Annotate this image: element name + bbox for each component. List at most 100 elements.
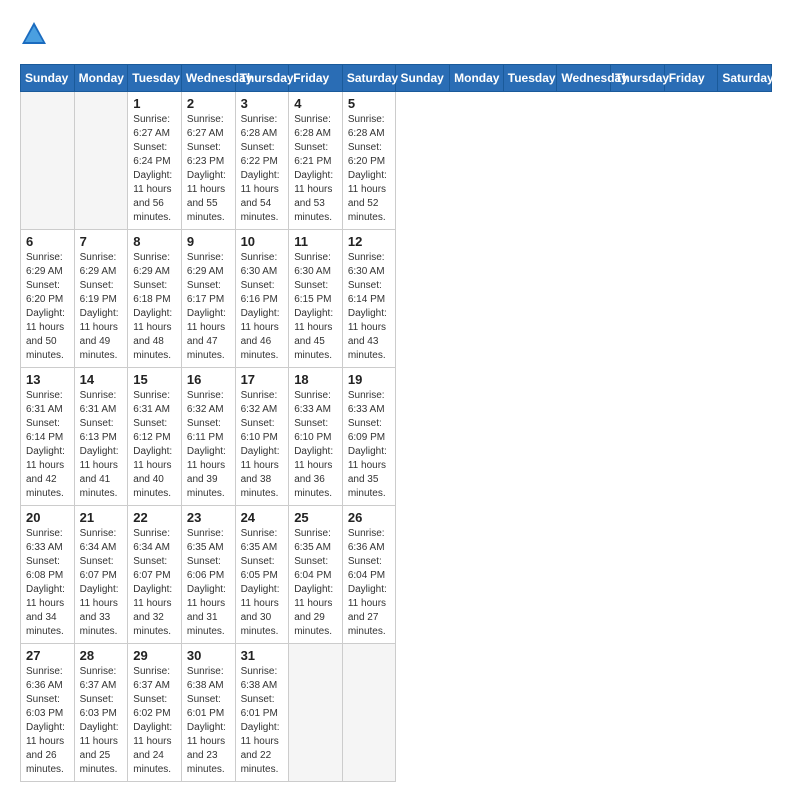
day-number: 8 — [133, 234, 176, 249]
col-header-monday: Monday — [74, 65, 128, 92]
day-info: Sunrise: 6:34 AM Sunset: 6:07 PM Dayligh… — [80, 527, 123, 639]
day-cell — [74, 92, 128, 230]
day-info: Sunrise: 6:32 AM Sunset: 6:11 PM Dayligh… — [187, 389, 230, 501]
day-cell: 18 Sunrise: 6:33 AM Sunset: 6:10 PM Dayli… — [289, 368, 343, 506]
day-info: Sunrise: 6:35 AM Sunset: 6:06 PM Dayligh… — [187, 527, 230, 639]
day-cell: 30Sunrise: 6:38 AM Sunset: 6:01 PM Dayli… — [181, 644, 235, 782]
day-cell: 2 Sunrise: 6:27 AM Sunset: 6:23 PM Daylig… — [181, 92, 235, 230]
day-cell: 5 Sunrise: 6:28 AM Sunset: 6:20 PM Daylig… — [342, 92, 396, 230]
day-number: 7 — [80, 234, 123, 249]
day-number: 27 — [26, 648, 69, 663]
day-number: 2 — [187, 96, 230, 111]
day-info: Sunrise: 6:33 AM Sunset: 6:10 PM Dayligh… — [294, 389, 337, 501]
col-header-sunday: Sunday — [396, 65, 450, 92]
day-info: Sunrise: 6:38 AM Sunset: 6:01 PM Dayligh… — [187, 665, 230, 777]
day-number: 1 — [133, 96, 176, 111]
col-header-saturday: Saturday — [342, 65, 396, 92]
day-number: 19 — [348, 372, 391, 387]
day-info: Sunrise: 6:32 AM Sunset: 6:10 PM Dayligh… — [241, 389, 284, 501]
day-number: 4 — [294, 96, 337, 111]
day-number: 5 — [348, 96, 391, 111]
day-cell: 25 Sunrise: 6:35 AM Sunset: 6:04 PM Dayli… — [289, 506, 343, 644]
day-cell: 22 Sunrise: 6:34 AM Sunset: 6:07 PM Dayli… — [128, 506, 182, 644]
day-number: 23 — [187, 510, 230, 525]
day-number: 14 — [80, 372, 123, 387]
day-number: 28 — [80, 648, 123, 663]
day-info: Sunrise: 6:37 AM Sunset: 6:02 PM Dayligh… — [133, 665, 176, 777]
logo-icon — [20, 20, 48, 48]
day-cell: 6 Sunrise: 6:29 AM Sunset: 6:20 PM Daylig… — [21, 230, 75, 368]
day-info: Sunrise: 6:29 AM Sunset: 6:20 PM Dayligh… — [26, 251, 69, 363]
day-cell: 7 Sunrise: 6:29 AM Sunset: 6:19 PM Daylig… — [74, 230, 128, 368]
day-info: Sunrise: 6:35 AM Sunset: 6:05 PM Dayligh… — [241, 527, 284, 639]
day-info: Sunrise: 6:30 AM Sunset: 6:14 PM Dayligh… — [348, 251, 391, 363]
day-number: 20 — [26, 510, 69, 525]
day-number: 12 — [348, 234, 391, 249]
day-info: Sunrise: 6:27 AM Sunset: 6:23 PM Dayligh… — [187, 113, 230, 225]
col-header-friday: Friday — [289, 65, 343, 92]
day-cell: 29Sunrise: 6:37 AM Sunset: 6:02 PM Dayli… — [128, 644, 182, 782]
day-info: Sunrise: 6:30 AM Sunset: 6:15 PM Dayligh… — [294, 251, 337, 363]
day-cell — [21, 92, 75, 230]
day-number: 25 — [294, 510, 337, 525]
day-cell: 11 Sunrise: 6:30 AM Sunset: 6:15 PM Dayli… — [289, 230, 343, 368]
day-number: 10 — [241, 234, 284, 249]
col-header-thursday: Thursday — [611, 65, 665, 92]
day-number: 11 — [294, 234, 337, 249]
day-number: 24 — [241, 510, 284, 525]
day-info: Sunrise: 6:30 AM Sunset: 6:16 PM Dayligh… — [241, 251, 284, 363]
day-info: Sunrise: 6:27 AM Sunset: 6:24 PM Dayligh… — [133, 113, 176, 225]
day-cell: 10 Sunrise: 6:30 AM Sunset: 6:16 PM Dayli… — [235, 230, 289, 368]
day-number: 22 — [133, 510, 176, 525]
day-cell: 12 Sunrise: 6:30 AM Sunset: 6:14 PM Dayli… — [342, 230, 396, 368]
day-cell: 27 Sunrise: 6:36 AM Sunset: 6:03 PM Dayli… — [21, 644, 75, 782]
day-cell: 21 Sunrise: 6:34 AM Sunset: 6:07 PM Dayli… — [74, 506, 128, 644]
day-cell: 15 Sunrise: 6:31 AM Sunset: 6:12 PM Dayli… — [128, 368, 182, 506]
col-header-wednesday: Wednesday — [181, 65, 235, 92]
day-number: 31 — [241, 648, 284, 663]
day-number: 13 — [26, 372, 69, 387]
day-cell: 3Sunrise: 6:28 AM Sunset: 6:22 PM Daylig… — [235, 92, 289, 230]
col-header-friday: Friday — [664, 65, 718, 92]
day-cell: 13 Sunrise: 6:31 AM Sunset: 6:14 PM Dayli… — [21, 368, 75, 506]
day-number: 21 — [80, 510, 123, 525]
day-cell: 28Sunrise: 6:37 AM Sunset: 6:03 PM Dayli… — [74, 644, 128, 782]
day-cell: 8 Sunrise: 6:29 AM Sunset: 6:18 PM Daylig… — [128, 230, 182, 368]
day-info: Sunrise: 6:34 AM Sunset: 6:07 PM Dayligh… — [133, 527, 176, 639]
day-cell: 4Sunrise: 6:28 AM Sunset: 6:21 PM Daylig… — [289, 92, 343, 230]
day-number: 17 — [241, 372, 284, 387]
day-cell: 19 Sunrise: 6:33 AM Sunset: 6:09 PM Dayli… — [342, 368, 396, 506]
header-row: SundayMondayTuesdayWednesdayThursdayFrid… — [21, 65, 772, 92]
day-info: Sunrise: 6:31 AM Sunset: 6:14 PM Dayligh… — [26, 389, 69, 501]
day-cell: 1 Sunrise: 6:27 AM Sunset: 6:24 PM Daylig… — [128, 92, 182, 230]
day-info: Sunrise: 6:28 AM Sunset: 6:20 PM Dayligh… — [348, 113, 391, 225]
day-number: 6 — [26, 234, 69, 249]
week-row-3: 13 Sunrise: 6:31 AM Sunset: 6:14 PM Dayli… — [21, 368, 772, 506]
page-header — [20, 20, 772, 48]
day-number: 15 — [133, 372, 176, 387]
day-info: Sunrise: 6:36 AM Sunset: 6:03 PM Dayligh… — [26, 665, 69, 777]
day-number: 18 — [294, 372, 337, 387]
day-cell: 16 Sunrise: 6:32 AM Sunset: 6:11 PM Dayli… — [181, 368, 235, 506]
calendar-table: SundayMondayTuesdayWednesdayThursdayFrid… — [20, 64, 772, 782]
col-header-tuesday: Tuesday — [128, 65, 182, 92]
col-header-monday: Monday — [450, 65, 504, 92]
day-info: Sunrise: 6:29 AM Sunset: 6:18 PM Dayligh… — [133, 251, 176, 363]
week-row-4: 20 Sunrise: 6:33 AM Sunset: 6:08 PM Dayli… — [21, 506, 772, 644]
col-header-tuesday: Tuesday — [503, 65, 557, 92]
day-number: 3 — [241, 96, 284, 111]
col-header-wednesday: Wednesday — [557, 65, 611, 92]
col-header-saturday: Saturday — [718, 65, 772, 92]
day-info: Sunrise: 6:29 AM Sunset: 6:19 PM Dayligh… — [80, 251, 123, 363]
week-row-2: 6 Sunrise: 6:29 AM Sunset: 6:20 PM Daylig… — [21, 230, 772, 368]
day-info: Sunrise: 6:35 AM Sunset: 6:04 PM Dayligh… — [294, 527, 337, 639]
day-cell: 20 Sunrise: 6:33 AM Sunset: 6:08 PM Dayli… — [21, 506, 75, 644]
day-cell: 23 Sunrise: 6:35 AM Sunset: 6:06 PM Dayli… — [181, 506, 235, 644]
col-header-sunday: Sunday — [21, 65, 75, 92]
day-number: 16 — [187, 372, 230, 387]
day-info: Sunrise: 6:33 AM Sunset: 6:09 PM Dayligh… — [348, 389, 391, 501]
day-info: Sunrise: 6:31 AM Sunset: 6:12 PM Dayligh… — [133, 389, 176, 501]
logo — [20, 20, 52, 48]
day-info: Sunrise: 6:33 AM Sunset: 6:08 PM Dayligh… — [26, 527, 69, 639]
day-cell: 14Sunrise: 6:31 AM Sunset: 6:13 PM Dayli… — [74, 368, 128, 506]
